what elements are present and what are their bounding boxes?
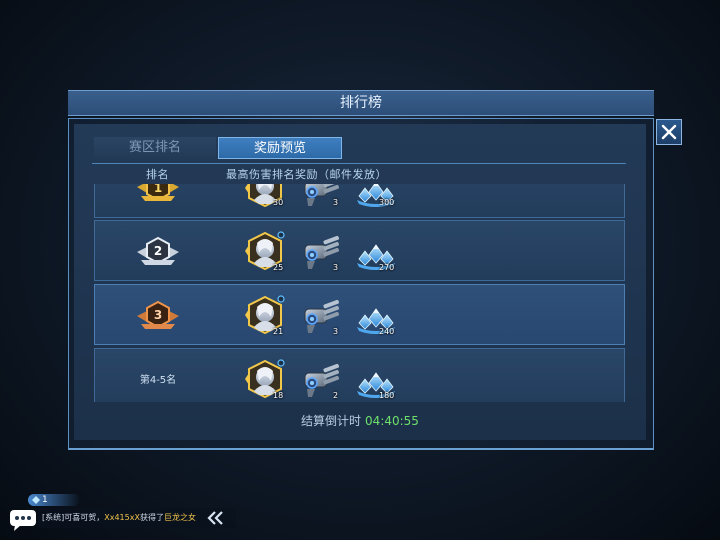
chat-unread-badge: 1 xyxy=(28,494,80,506)
gold-rank-badge-icon: 1 xyxy=(137,184,179,201)
diamond-small-icon xyxy=(32,496,40,504)
rank-cell: 2 xyxy=(95,221,221,280)
bronze-rank-badge-icon: 3 xyxy=(137,300,179,329)
countdown-label: 结算倒计时 xyxy=(301,414,362,428)
rank-number: 2 xyxy=(154,244,162,258)
tab-region-ranking[interactable]: 赛区排名 xyxy=(94,137,216,159)
reward-row-rank-2: 2 25 3 270 xyxy=(94,220,625,281)
reward-qty: 2 xyxy=(333,391,339,400)
window-title: 排行榜 xyxy=(68,90,654,116)
reward-qty: 21 xyxy=(273,327,284,336)
system-message-item: 巨龙之女 xyxy=(163,513,196,522)
reward-qty: 25 xyxy=(273,263,284,272)
close-button[interactable] xyxy=(656,119,682,145)
rank-cell: 3 xyxy=(95,285,221,344)
reward-row-rank-4-5: 第4-5名 18 2 180 xyxy=(94,348,625,402)
system-message-player: Xx415xX xyxy=(104,513,140,522)
column-header-rank: 排名 xyxy=(146,168,169,181)
reward-qty: 30 xyxy=(273,198,284,207)
countdown-time: 04:40:55 xyxy=(365,414,419,428)
reward-qty: 270 xyxy=(379,263,395,272)
tab-divider xyxy=(92,163,626,164)
close-icon xyxy=(661,124,677,140)
chat-bubble-icon[interactable] xyxy=(8,507,38,533)
column-header-reward: 最高伤害排名奖励（邮件发放） xyxy=(226,168,387,181)
reward-qty: 3 xyxy=(333,263,339,272)
settlement-countdown: 结算倒计时 04:40:55 xyxy=(0,412,720,429)
reward-qty: 180 xyxy=(379,391,395,400)
reward-row-rank-3: 3 21 3 240 xyxy=(94,284,625,345)
collapse-chevron-icon[interactable] xyxy=(206,510,226,526)
silver-rank-badge-icon: 2 xyxy=(137,236,179,265)
rank-cell: 第4-5名 xyxy=(95,349,221,402)
system-message-prefix: [系统]可喜可贺， xyxy=(42,513,105,522)
rank-number: 1 xyxy=(154,184,162,195)
rank-number: 3 xyxy=(154,308,162,322)
reward-qty: 18 xyxy=(273,391,284,400)
rank-label: 第4-5名 xyxy=(139,375,177,386)
reward-qty: 240 xyxy=(379,327,395,336)
reward-qty: 300 xyxy=(379,198,395,207)
tab-reward-preview[interactable]: 奖励预览 xyxy=(218,137,342,159)
rank-cell: 1 xyxy=(95,184,221,217)
reward-list[interactable]: 1 30 3 300 2 25 3 270 3 21 3 240 第4-5名 1… xyxy=(94,184,625,402)
reward-qty: 3 xyxy=(333,198,339,207)
chat-unread-count: 1 xyxy=(42,495,48,505)
reward-row-rank-1: 1 30 3 300 xyxy=(94,184,625,218)
system-message: [系统]可喜可贺，Xx415xX获得了巨龙之女 xyxy=(42,512,196,523)
reward-qty: 3 xyxy=(333,327,339,336)
system-message-middle: 获得了 xyxy=(139,513,164,522)
